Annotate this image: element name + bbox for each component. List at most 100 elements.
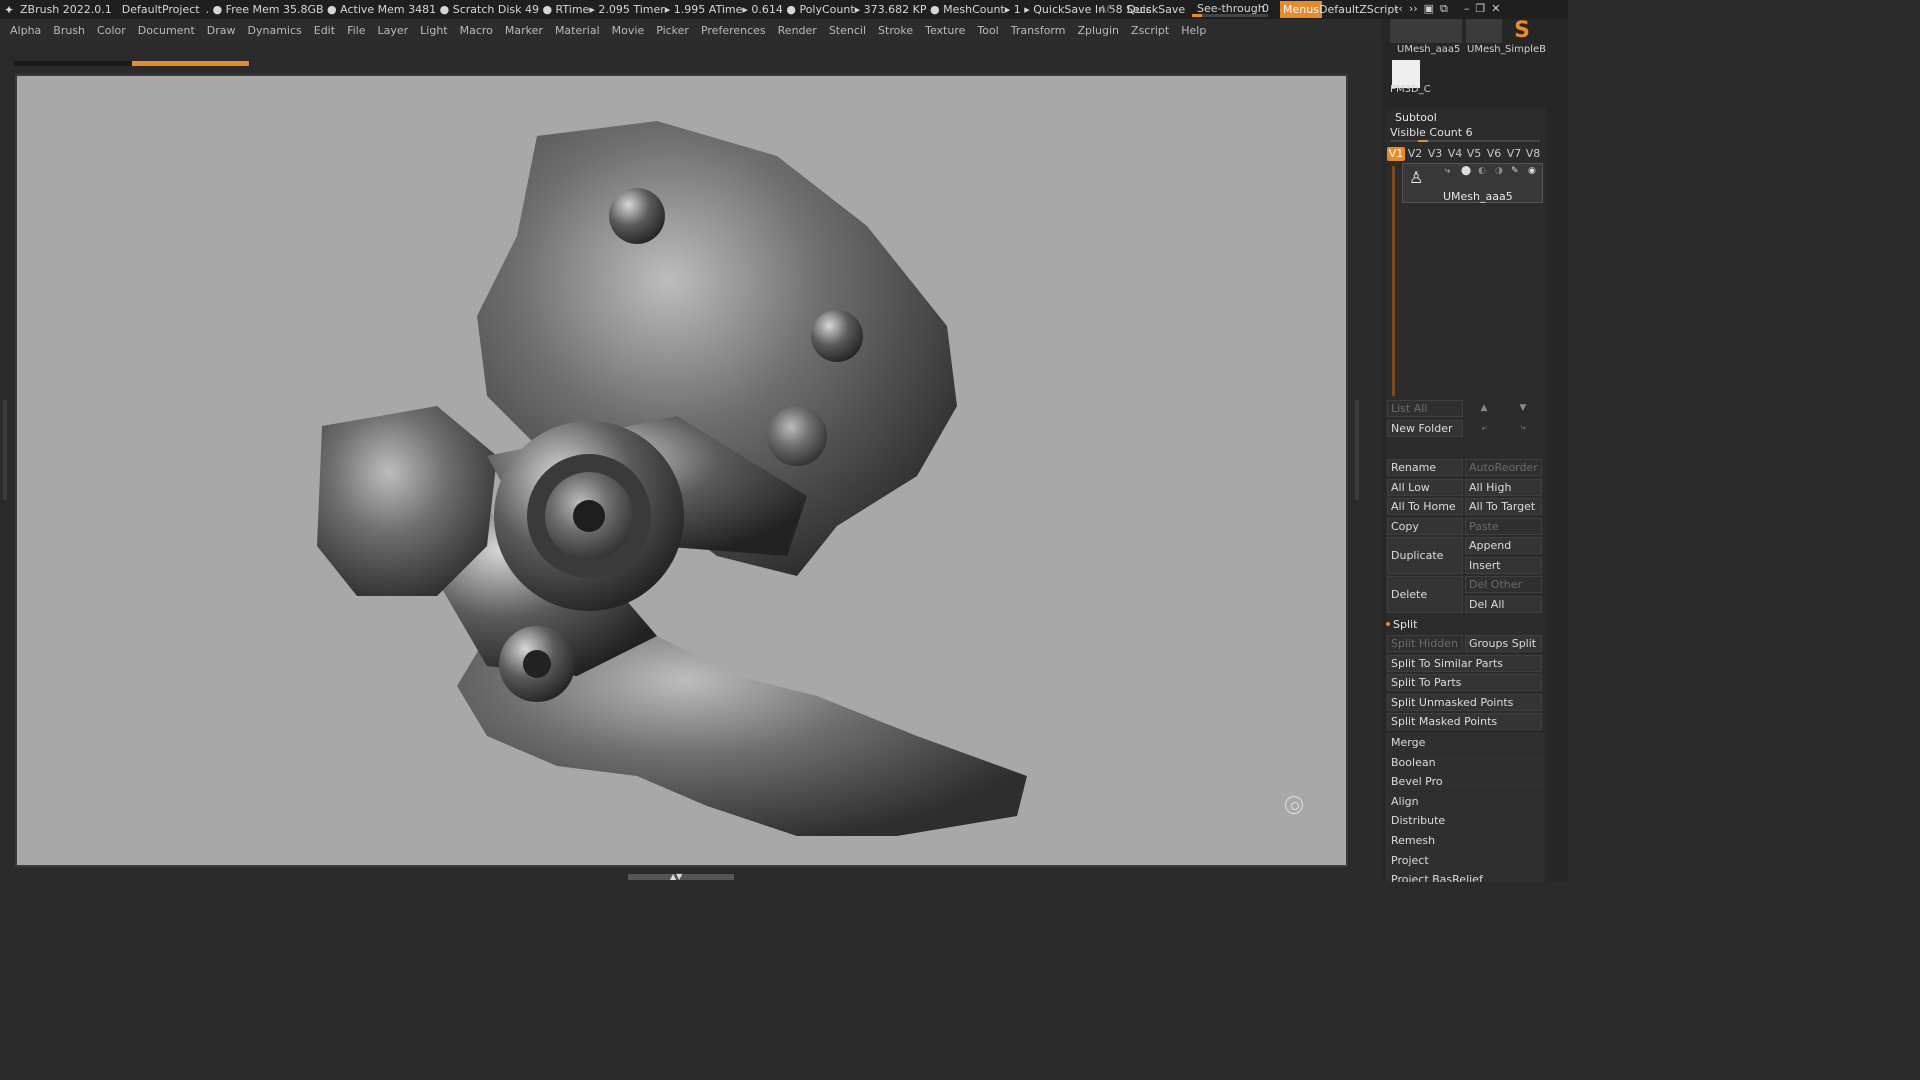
- subtool-title[interactable]: Subtool: [1395, 111, 1437, 124]
- folder-down-icon[interactable]: ⤷: [1505, 420, 1541, 437]
- move-down-icon[interactable]: ▼: [1505, 400, 1541, 417]
- append-button[interactable]: Append: [1465, 537, 1542, 554]
- menu-dynamics[interactable]: Dynamics: [248, 24, 302, 37]
- window-restore-icon[interactable]: ⧉: [1440, 2, 1448, 16]
- menu-light[interactable]: Light: [420, 24, 447, 37]
- duplicate-button[interactable]: Duplicate: [1387, 537, 1463, 574]
- tab-v2[interactable]: V2: [1406, 147, 1424, 161]
- tab-v5[interactable]: V5: [1465, 147, 1483, 161]
- all-low-button[interactable]: All Low: [1387, 479, 1463, 496]
- tab-v6[interactable]: V6: [1485, 147, 1503, 161]
- tab-v7[interactable]: V7: [1505, 147, 1523, 161]
- menu-texture[interactable]: Texture: [925, 24, 965, 37]
- tab-v4[interactable]: V4: [1446, 147, 1464, 161]
- dynamic-subdiv-icon[interactable]: ◐: [1478, 167, 1488, 176]
- menu-document[interactable]: Document: [138, 24, 195, 37]
- tab-v3[interactable]: V3: [1426, 147, 1444, 161]
- menu-draw[interactable]: Draw: [207, 24, 236, 37]
- distribute-section[interactable]: Distribute: [1386, 811, 1544, 830]
- remesh-section[interactable]: Remesh: [1386, 831, 1544, 850]
- polygroup-toggle-icon[interactable]: ⬤: [1461, 167, 1471, 176]
- tab-v1[interactable]: V1: [1387, 147, 1405, 161]
- project-section[interactable]: Project: [1386, 851, 1544, 870]
- split-to-parts-button[interactable]: Split To Parts: [1387, 674, 1542, 691]
- menu-movie[interactable]: Movie: [612, 24, 645, 37]
- list-all-button[interactable]: List All: [1387, 400, 1463, 417]
- rename-button[interactable]: Rename: [1387, 459, 1463, 476]
- split-section-header[interactable]: Split: [1386, 618, 1417, 631]
- tool-thumb-pm3d[interactable]: PM3D_C: [1390, 60, 1431, 96]
- visible-count-track[interactable]: [1390, 140, 1540, 142]
- menu-marker[interactable]: Marker: [505, 24, 543, 37]
- bottom-tray-handle[interactable]: ▲▼: [628, 873, 734, 881]
- close-icon[interactable]: ✕: [1491, 2, 1500, 16]
- del-all-button[interactable]: Del All: [1465, 596, 1542, 613]
- menu-brush[interactable]: Brush: [53, 24, 85, 37]
- tray-left-icon[interactable]: ‹‹: [1394, 2, 1403, 16]
- split-hidden-button[interactable]: Split Hidden: [1387, 635, 1463, 652]
- left-tray-tab[interactable]: [3, 400, 7, 500]
- menu-color[interactable]: Color: [97, 24, 126, 37]
- all-high-button[interactable]: All High: [1465, 479, 1542, 496]
- tool-thumb-umesh-aaa5[interactable]: UMesh_aaa5: [1390, 19, 1462, 57]
- tool-thumb-simpleb[interactable]: S SimpleB: [1504, 19, 1546, 57]
- layout-icon[interactable]: ▣: [1424, 2, 1434, 16]
- move-up-icon[interactable]: ▲: [1466, 400, 1502, 417]
- default-zscript-button[interactable]: DefaultZScript: [1319, 3, 1399, 16]
- visibility-eye-icon[interactable]: ◉: [1528, 167, 1538, 176]
- menu-file[interactable]: File: [347, 24, 365, 37]
- project-name[interactable]: DefaultProject: [122, 3, 200, 16]
- menu-alpha[interactable]: Alpha: [10, 24, 41, 37]
- delete-button[interactable]: Delete: [1387, 576, 1463, 613]
- folder-up-icon[interactable]: ⤶: [1466, 420, 1502, 437]
- menu-zscript[interactable]: Zscript: [1131, 24, 1169, 37]
- copy-button[interactable]: Copy: [1387, 518, 1463, 535]
- menus-toggle-button[interactable]: Menus: [1280, 1, 1322, 18]
- auto-reorder-button[interactable]: AutoReorder: [1465, 459, 1542, 476]
- menu-zplugin[interactable]: Zplugin: [1077, 24, 1119, 37]
- visible-count-slider[interactable]: Visible Count 6: [1390, 126, 1473, 139]
- menu-transform[interactable]: Transform: [1011, 24, 1066, 37]
- menu-render[interactable]: Render: [778, 24, 817, 37]
- menu-macro[interactable]: Macro: [460, 24, 493, 37]
- menu-preferences[interactable]: Preferences: [701, 24, 766, 37]
- split-masked-points-button[interactable]: Split Masked Points: [1387, 713, 1542, 730]
- canvas-viewport[interactable]: [15, 74, 1348, 867]
- maximize-icon[interactable]: ❐: [1475, 2, 1485, 16]
- new-folder-button[interactable]: New Folder: [1387, 420, 1463, 437]
- merge-section[interactable]: Merge: [1386, 733, 1544, 752]
- see-through-slider[interactable]: See-through 0: [1192, 0, 1272, 19]
- tab-v8[interactable]: V8: [1524, 147, 1542, 161]
- project-basrelief-section[interactable]: Project BasRelief: [1386, 870, 1544, 882]
- menu-stencil[interactable]: Stencil: [829, 24, 866, 37]
- polypaint-icon[interactable]: ⤷: [1445, 167, 1455, 176]
- navigation-gizmo-icon[interactable]: [1285, 796, 1303, 814]
- bevel-pro-section[interactable]: Bevel Pro: [1386, 772, 1544, 791]
- subtool-mode-icon[interactable]: ◑: [1495, 167, 1505, 176]
- del-other-button[interactable]: Del Other: [1465, 576, 1542, 593]
- all-to-target-button[interactable]: All To Target: [1465, 498, 1542, 515]
- menu-tool[interactable]: Tool: [977, 24, 998, 37]
- tool-thumb-umesh[interactable]: UMesh_: [1466, 19, 1506, 57]
- paste-button[interactable]: Paste: [1465, 518, 1542, 535]
- menu-material[interactable]: Material: [555, 24, 600, 37]
- insert-button[interactable]: Insert: [1465, 557, 1542, 574]
- tray-right-icon[interactable]: ››: [1409, 2, 1418, 16]
- quicksave-button[interactable]: QuickSave: [1127, 3, 1185, 16]
- brush-edit-icon[interactable]: ✎: [1511, 167, 1521, 176]
- subtool-list-item[interactable]: ♙ ⤷ ⬤ ◐ ◑ ✎ ◉ UMesh_aaa5: [1402, 163, 1543, 203]
- subtool-list-scrollbar[interactable]: [1392, 166, 1395, 396]
- right-tray-tab[interactable]: [1355, 400, 1359, 500]
- ac-button[interactable]: AC: [1099, 3, 1114, 16]
- menu-help[interactable]: Help: [1181, 24, 1206, 37]
- groups-split-button[interactable]: Groups Split: [1465, 635, 1542, 652]
- all-to-home-button[interactable]: All To Home: [1387, 498, 1463, 515]
- see-through-track[interactable]: [1192, 14, 1268, 17]
- align-section[interactable]: Align: [1386, 792, 1544, 811]
- boolean-section[interactable]: Boolean: [1386, 753, 1544, 772]
- menu-edit[interactable]: Edit: [314, 24, 335, 37]
- split-to-similar-parts-button[interactable]: Split To Similar Parts: [1387, 655, 1542, 672]
- split-unmasked-points-button[interactable]: Split Unmasked Points: [1387, 694, 1542, 711]
- menu-picker[interactable]: Picker: [656, 24, 689, 37]
- menu-layer[interactable]: Layer: [377, 24, 408, 37]
